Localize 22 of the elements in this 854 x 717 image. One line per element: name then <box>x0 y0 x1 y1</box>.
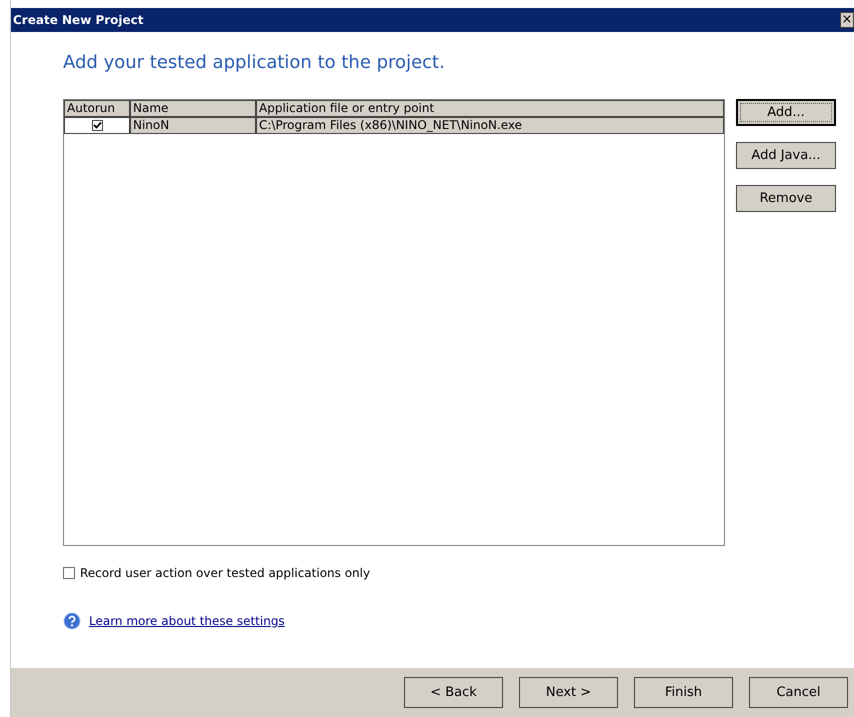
autorun-checkbox[interactable] <box>92 120 102 131</box>
action-button[interactable]: Remove <box>736 185 836 212</box>
window-title: Create New Project <box>12 13 144 27</box>
table-cell: NinoN <box>130 117 256 134</box>
checkmark-icon <box>92 121 102 130</box>
table-row[interactable]: NinoN C:\Program Files (x86)\NINO_NET\NinoN.exe <box>64 117 724 134</box>
page-heading: Add your tested application to the project. <box>63 52 446 73</box>
close-button[interactable]: × <box>840 12 854 28</box>
action-button[interactable]: Add... <box>736 99 836 126</box>
help-link[interactable]: Learn more about these settings <box>89 614 285 628</box>
help-icon <box>63 612 81 630</box>
column-header[interactable]: Name <box>130 100 256 117</box>
wizard-button[interactable]: Finish <box>634 677 733 708</box>
wizard-button[interactable]: < Back <box>404 677 503 708</box>
column-header[interactable]: Application file or entry point <box>256 100 724 117</box>
wizard-button[interactable]: Cancel <box>749 677 848 708</box>
column-header[interactable]: Autorun <box>64 100 130 117</box>
checkbox-label: Record user action over tested applications only <box>80 566 370 580</box>
wizard-button[interactable]: Next > <box>519 677 618 708</box>
action-button[interactable]: Add Java... <box>736 142 836 169</box>
checkbox[interactable] <box>63 567 75 579</box>
table-cell: C:\Program Files (x86)\NINO_NET\NinoN.exe <box>256 117 724 134</box>
